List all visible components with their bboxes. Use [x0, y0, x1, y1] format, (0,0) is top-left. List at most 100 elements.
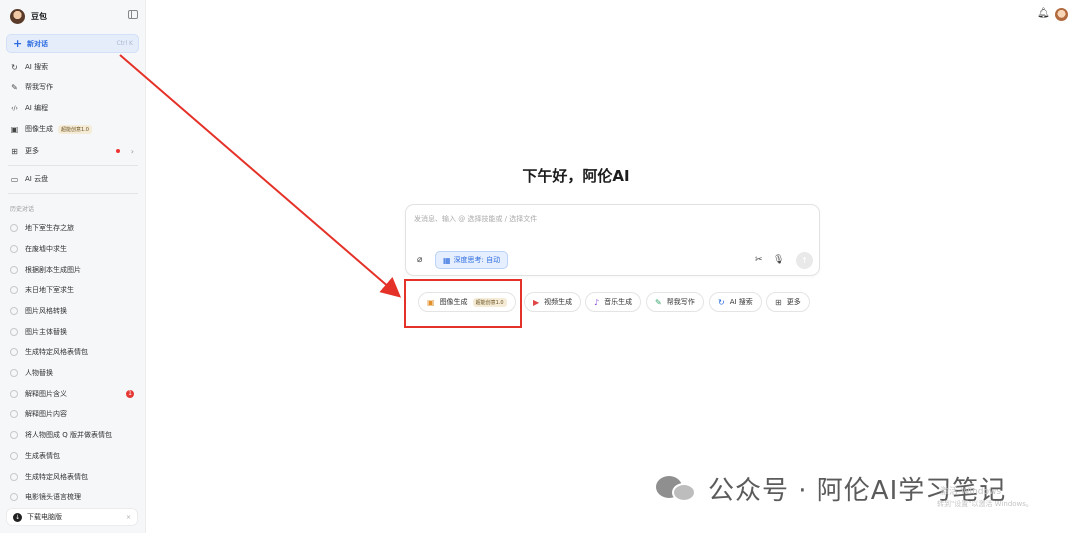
history-item-label: 解释图片内容: [25, 410, 67, 418]
history-item[interactable]: 电影镜头语言梳理: [10, 489, 138, 505]
history-item[interactable]: 将人物图成 Q 版并做表情包: [10, 427, 138, 443]
sidebar-item-label: AI 编程: [25, 104, 49, 112]
history-item[interactable]: 人物替换: [10, 365, 138, 381]
chat-input-box[interactable]: 发消息、输入 @ 选择技能或 / 选择文件 ⌀ ▦ 深度思考: 自动 ✂ 🎙︎ …: [405, 204, 820, 276]
app-title: 豆包: [31, 11, 47, 21]
scissors-icon[interactable]: ✂: [755, 255, 763, 265]
history-heading: 历史对话: [10, 206, 35, 213]
sidebar: 豆包 + 新对话 Ctrl K ↻ AI 搜索 ✎ 帮我写作 ‹/› AI 编程…: [0, 0, 146, 533]
plus-icon: +: [13, 37, 23, 50]
pen-icon: ✎: [655, 297, 662, 307]
download-icon: ↓: [13, 512, 22, 522]
sidebar-item-more[interactable]: ⊞ 更多 ›: [10, 143, 138, 159]
history-item[interactable]: 地下室生存之旅: [10, 220, 138, 236]
history-item[interactable]: 解释图片含义 1: [10, 386, 138, 402]
grid-icon: ⊞: [11, 146, 18, 156]
sidebar-item-label: 更多: [25, 147, 39, 155]
greeting-title: 下午好，阿伦AI: [522, 167, 630, 185]
search-icon: ↻: [718, 297, 725, 307]
feature-badge: 超能创意1.0: [58, 124, 92, 134]
history-item-label: 图片风格转换: [25, 307, 67, 315]
sidebar-item-image-gen[interactable]: ▣ 图像生成 超能创意1.0: [10, 121, 138, 137]
search-icon: ↻: [11, 62, 18, 72]
history-item-label: 生成特定风格表情包: [25, 473, 88, 481]
paperclip-icon[interactable]: ⌀: [417, 255, 422, 265]
new-chat-shortcut: Ctrl K: [116, 40, 133, 47]
chat-icon: [10, 369, 18, 377]
history-item[interactable]: 生成特定风格表情包: [10, 344, 138, 360]
history-item-label: 在废墟中求生: [25, 245, 67, 253]
sidebar-header: 豆包: [10, 7, 138, 25]
chevron-right-icon: ›: [130, 146, 134, 156]
chat-icon: [10, 452, 18, 460]
chat-input-placeholder[interactable]: 发消息、输入 @ 选择技能或 / 选择文件: [414, 214, 537, 224]
history-item-label: 地下室生存之旅: [25, 224, 74, 232]
deep-think-toggle[interactable]: ▦ 深度思考: 自动: [435, 251, 509, 269]
sidebar-item-ai-search[interactable]: ↻ AI 搜索: [10, 59, 138, 75]
wechat-icon: [656, 472, 698, 504]
skill-more[interactable]: ⊞ 更多: [766, 292, 810, 312]
history-item[interactable]: 根据剧本生成图片: [10, 262, 138, 278]
history-item[interactable]: 图片风格转换: [10, 303, 138, 319]
chat-icon: [10, 266, 18, 274]
new-chat-label: 新对话: [27, 39, 48, 48]
folder-icon: ▭: [10, 174, 19, 184]
chat-icon: [10, 245, 18, 253]
user-avatar[interactable]: [1055, 8, 1068, 21]
download-desktop-button[interactable]: ↓ 下载电脑版 ×: [6, 508, 138, 526]
chat-icon: [10, 328, 18, 336]
divider: [8, 165, 138, 166]
history-item[interactable]: 在废墟中求生: [10, 241, 138, 257]
history-item[interactable]: 末日地下室求生: [10, 282, 138, 298]
brain-icon: ▦: [443, 255, 451, 265]
history-item-label: 人物替换: [25, 369, 53, 377]
history-item-label: 图片主体替换: [25, 328, 67, 336]
microphone-icon[interactable]: 🎙︎: [773, 255, 784, 265]
skill-video-gen[interactable]: ▶ 视频生成: [524, 292, 582, 312]
history-item-label: 生成表情包: [25, 452, 60, 460]
pen-icon: ✎: [11, 82, 18, 92]
history-item[interactable]: 解释图片内容: [10, 406, 138, 422]
annotation-highlight-box: [404, 279, 522, 328]
unread-badge: 1: [126, 390, 134, 398]
collapse-sidebar-icon[interactable]: [128, 10, 138, 19]
chat-icon: [10, 431, 18, 439]
skill-label: 帮我写作: [666, 298, 695, 306]
music-icon: ♪: [594, 297, 600, 307]
history-item[interactable]: 生成特定风格表情包: [10, 469, 138, 485]
history-item-label: 电影镜头语言梳理: [25, 493, 81, 501]
chat-icon: [10, 307, 18, 315]
skill-label: 视频生成: [544, 298, 573, 306]
history-item-label: 根据剧本生成图片: [25, 266, 81, 274]
skill-ai-search[interactable]: ↻ AI 搜索: [709, 292, 762, 312]
code-icon: ‹/›: [11, 104, 18, 112]
divider: [8, 193, 138, 194]
image-icon: ▣: [10, 124, 19, 134]
sidebar-item-label: 图像生成: [25, 125, 53, 133]
close-icon[interactable]: ×: [126, 514, 131, 521]
send-button[interactable]: ↑: [796, 252, 813, 269]
skill-music-gen[interactable]: ♪ 音乐生成: [585, 292, 642, 312]
skill-label: 更多: [786, 298, 801, 306]
chat-icon: [10, 410, 18, 418]
history-item-label: 解释图片含义: [25, 390, 67, 398]
history-item-label: 将人物图成 Q 版并做表情包: [25, 431, 112, 439]
history-item[interactable]: 图片主体替换: [10, 324, 138, 340]
history-item[interactable]: 生成表情包: [10, 448, 138, 464]
history-item-label: 末日地下室求生: [25, 286, 74, 294]
sidebar-item-writing[interactable]: ✎ 帮我写作: [10, 79, 138, 95]
app-avatar[interactable]: [10, 8, 25, 24]
sidebar-item-cloud[interactable]: ▭ AI 云盘: [10, 171, 138, 187]
bell-icon[interactable]: 🔔︎: [1037, 8, 1050, 20]
windows-activation-hint: 转到"设置"以激活 Windows。: [937, 500, 1033, 508]
skill-writing[interactable]: ✎ 帮我写作: [646, 292, 704, 312]
sidebar-item-label: AI 搜索: [25, 63, 49, 71]
windows-activation-title: 激活 Windows: [940, 487, 1002, 497]
sidebar-item-coding[interactable]: ‹/› AI 编程: [10, 100, 138, 116]
chat-icon: [10, 224, 18, 232]
grid-icon: ⊞: [775, 297, 782, 307]
history-item-label: 生成特定风格表情包: [25, 348, 88, 356]
new-chat-button[interactable]: + 新对话 Ctrl K: [6, 34, 139, 53]
notification-dot: [116, 149, 120, 153]
chat-icon: [10, 348, 18, 356]
